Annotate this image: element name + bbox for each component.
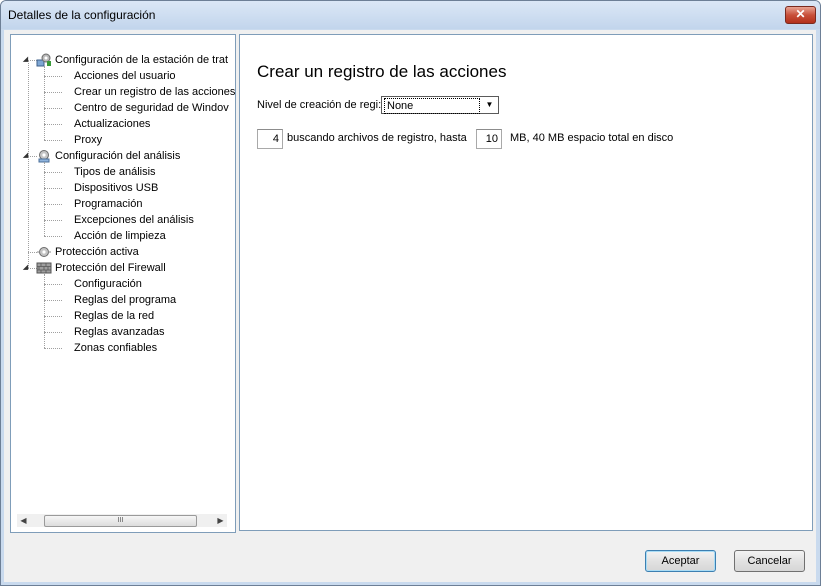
tree-connector-line	[44, 108, 62, 109]
log-level-select[interactable]: None ▼	[381, 96, 499, 114]
scroll-left-icon[interactable]: ◀	[17, 514, 30, 527]
tree-child-item[interactable]: Proxy	[74, 132, 102, 148]
tree-child-item[interactable]: Reglas de la red	[74, 308, 154, 324]
tree-connector-line	[44, 300, 62, 301]
tree-connector-line	[44, 348, 62, 349]
close-button[interactable]: ✕	[785, 6, 816, 24]
tree-group-item[interactable]: Protección activa	[55, 244, 139, 260]
log-level-value: None	[384, 98, 480, 114]
tree-connector-line	[28, 60, 29, 268]
tree-child-item[interactable]: Dispositivos USB	[74, 180, 158, 196]
tree-connector-line	[44, 220, 62, 221]
tree-child-item[interactable]: Tipos de análisis	[74, 164, 156, 180]
title-bar: Detalles de la configuración ✕	[1, 1, 820, 29]
tree-connector-line	[44, 332, 62, 333]
tree-child-item[interactable]: Reglas del programa	[74, 292, 176, 308]
tree-child-item[interactable]: Configuración	[74, 276, 142, 292]
settings-dialog: Detalles de la configuración ✕ ◢ Configur…	[0, 0, 821, 586]
tree-connector-line	[44, 76, 62, 77]
cancel-button[interactable]: Cancelar	[734, 550, 805, 572]
tree-connector-line	[44, 162, 45, 236]
scroll-thumb[interactable]: III	[44, 515, 197, 527]
settings-tree: ◢ Configuración de la estación de trat Acc…	[11, 35, 235, 495]
firewall-brick-icon	[36, 261, 52, 275]
tree-child-item[interactable]: Excepciones del análisis	[74, 212, 194, 228]
tree-connector-line	[44, 92, 62, 93]
log-files-label: buscando archivos de registro, hasta	[287, 132, 467, 144]
dropdown-arrow-icon[interactable]: ▼	[482, 98, 497, 112]
log-files-count-input[interactable]: 4	[257, 129, 283, 149]
tree-child-item[interactable]: Programación	[74, 196, 142, 212]
tree-child-item[interactable]: Crear un registro de las acciones	[74, 84, 235, 100]
tree-connector-line	[44, 140, 62, 141]
tree-connector-line	[44, 284, 62, 285]
scroll-right-icon[interactable]: ▶	[214, 514, 227, 527]
tree-group-item[interactable]: Configuración del análisis	[55, 148, 180, 164]
settings-content-panel: Crear un registro de las acciones Nivel …	[239, 34, 813, 531]
settings-tree-panel: ◢ Configuración de la estación de trat Acc…	[10, 34, 236, 533]
tree-group-item[interactable]: Protección del Firewall	[55, 260, 166, 276]
tree-child-item[interactable]: Zonas confiables	[74, 340, 157, 356]
workstation-gear-icon	[36, 53, 52, 67]
ok-button[interactable]: Aceptar	[645, 550, 716, 572]
window-title: Detalles de la configuración	[8, 8, 156, 22]
tree-child-item[interactable]: Reglas avanzadas	[74, 324, 165, 340]
tree-connector-line	[44, 236, 62, 237]
tree-connector-line	[44, 274, 45, 348]
tree-connector-line	[44, 188, 62, 189]
log-level-label: Nivel de creación de regi:	[257, 99, 382, 111]
log-size-input[interactable]: 10	[476, 129, 502, 149]
panel-title: Crear un registro de las acciones	[257, 62, 507, 81]
tree-child-item[interactable]: Actualizaciones	[74, 116, 150, 132]
log-size-label: MB, 40 MB espacio total en disco	[510, 132, 674, 144]
tree-child-item[interactable]: Acciones del usuario	[74, 68, 176, 84]
tree-child-item[interactable]: Centro de seguridad de Windov	[74, 100, 229, 116]
tree-connector-line	[44, 66, 45, 140]
tree-child-item[interactable]: Acción de limpieza	[74, 228, 166, 244]
tree-connector-line	[44, 316, 62, 317]
scan-gear-icon	[36, 149, 52, 163]
tree-connector-line	[44, 204, 62, 205]
tree-group-item[interactable]: Configuración de la estación de trat	[55, 52, 228, 68]
tree-horizontal-scrollbar[interactable]: ◀ III ▶	[17, 514, 227, 527]
tree-connector-line	[44, 172, 62, 173]
dialog-client-area: ◢ Configuración de la estación de trat Acc…	[4, 30, 816, 582]
shield-gear-icon	[36, 245, 52, 259]
tree-connector-line	[44, 124, 62, 125]
